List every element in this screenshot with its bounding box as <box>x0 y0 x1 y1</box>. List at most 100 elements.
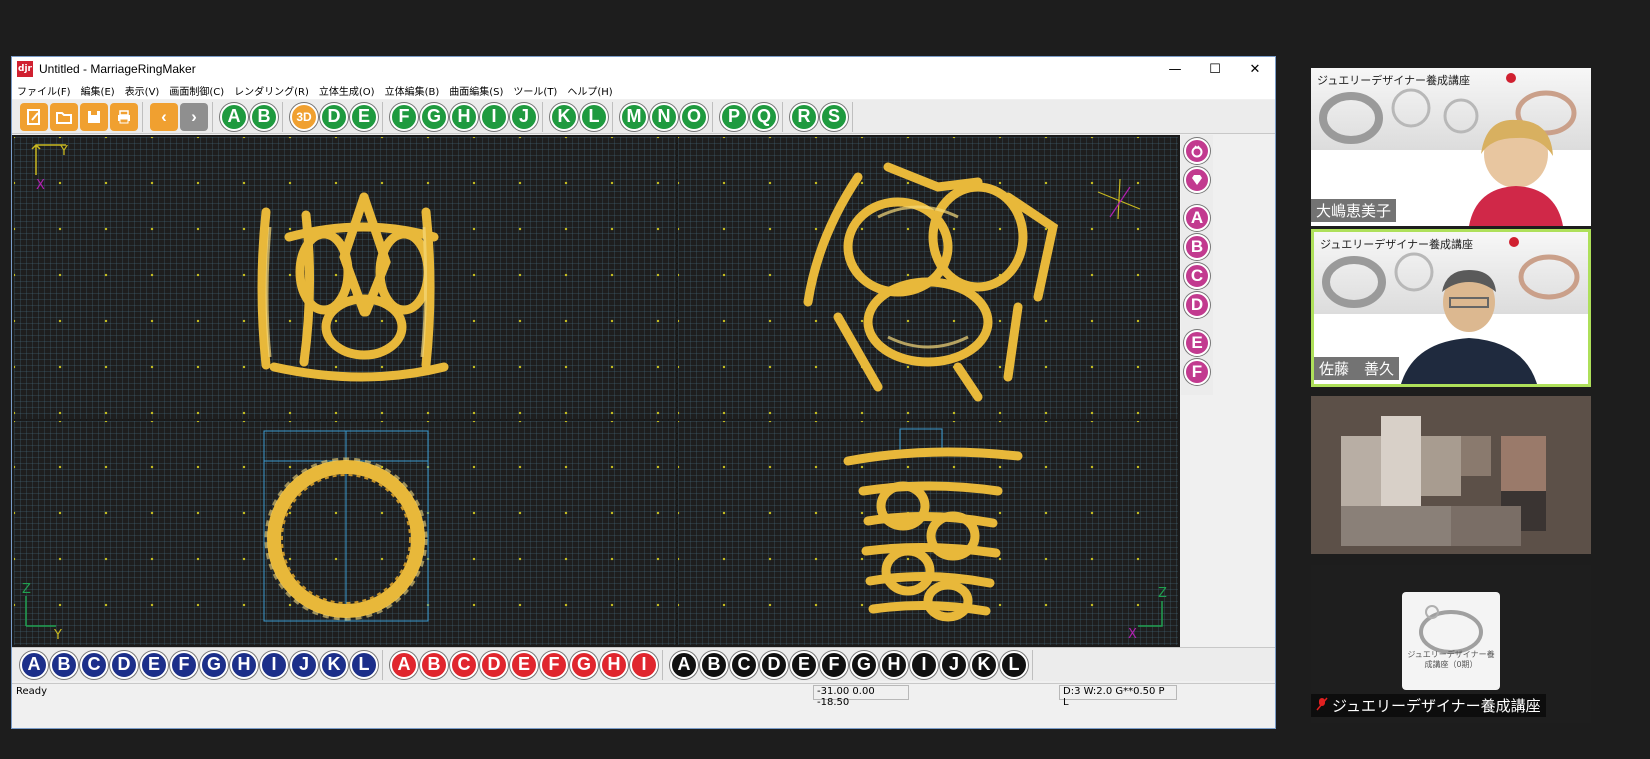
viewport-top[interactable]: Z X <box>678 421 1178 645</box>
participant-tile-3[interactable] <box>1311 396 1591 554</box>
black-tool-f-button[interactable]: F <box>820 650 848 679</box>
tool-j-button[interactable]: J <box>510 102 538 131</box>
side-tool-d-button[interactable]: D <box>1184 292 1210 318</box>
navy-tool-j-button[interactable]: J <box>290 650 318 679</box>
menu-file[interactable]: ファイル(F) <box>12 81 76 99</box>
red-tool-a-button[interactable]: A <box>390 650 418 679</box>
menu-bar: ファイル(F) 編集(E) 表示(V) 画面制御(C) レンダリング(R) 立体… <box>12 81 1275 99</box>
3d-view-button[interactable]: 3D <box>290 102 318 131</box>
tool-a-button[interactable]: A <box>220 102 248 131</box>
menu-solid-edit[interactable]: 立体編集(B) <box>380 81 445 99</box>
tool-k-button[interactable]: K <box>550 102 578 131</box>
navy-tool-f-button[interactable]: F <box>170 650 198 679</box>
back-button[interactable]: ‹ <box>150 102 178 131</box>
navy-tool-c-button[interactable]: C <box>80 650 108 679</box>
ring-front-render: X Y <box>31 143 449 382</box>
navy-tool-b-button[interactable]: B <box>50 650 78 679</box>
viewport-area: X Y Z Y Z X <box>12 135 1180 647</box>
viewport-perspective[interactable] <box>678 137 1178 419</box>
navy-tool-k-button[interactable]: K <box>320 650 348 679</box>
tool-o-button[interactable]: O <box>680 102 708 131</box>
black-tool-e-button[interactable]: E <box>790 650 818 679</box>
menu-surface-edit[interactable]: 曲面編集(S) <box>444 81 508 99</box>
title-bar[interactable]: djr Untitled - MarriageRingMaker — ☐ ✕ <box>12 57 1275 81</box>
black-tool-h-button[interactable]: H <box>880 650 908 679</box>
menu-view[interactable]: 表示(V) <box>120 81 165 99</box>
tool-m-button[interactable]: M <box>620 102 648 131</box>
axis-x-label: X <box>36 178 45 193</box>
menu-tools[interactable]: ツール(T) <box>508 81 562 99</box>
black-tool-i-button[interactable]: I <box>910 650 938 679</box>
gem-icon[interactable] <box>1184 167 1210 193</box>
black-tool-b-button[interactable]: B <box>700 650 728 679</box>
tool-h-button[interactable]: H <box>450 102 478 131</box>
navy-tool-d-button[interactable]: D <box>110 650 138 679</box>
red-tool-c-button[interactable]: C <box>450 650 478 679</box>
black-tool-g-button[interactable]: G <box>850 650 878 679</box>
red-tool-group: ABCDEFGHI <box>386 649 663 680</box>
navy-tool-e-button[interactable]: E <box>140 650 168 679</box>
forward-button[interactable]: › <box>180 102 208 131</box>
navy-tool-i-button[interactable]: I <box>260 650 288 679</box>
black-tool-j-button[interactable]: J <box>940 650 968 679</box>
maximize-button[interactable]: ☐ <box>1195 57 1235 81</box>
participant-tile-2[interactable]: ジュエリーデザイナー養成講座 佐藤 善久 <box>1311 229 1591 387</box>
side-tool-c-button[interactable]: C <box>1184 263 1210 289</box>
red-tool-e-button[interactable]: E <box>510 650 538 679</box>
bottom-toolbar: ABCDEFGHIJKL ABCDEFGHI ABCDEFGHIJKL <box>12 647 1275 681</box>
red-tool-d-button[interactable]: D <box>480 650 508 679</box>
tool-l-button[interactable]: L <box>580 102 608 131</box>
side-tool-b-button[interactable]: B <box>1184 234 1210 260</box>
menu-rendering[interactable]: レンダリング(R) <box>229 81 314 99</box>
tool-s-button[interactable]: S <box>820 102 848 131</box>
viewport-side[interactable]: Z Y <box>14 421 676 645</box>
red-tool-b-button[interactable]: B <box>420 650 448 679</box>
tool-e-button[interactable]: E <box>350 102 378 131</box>
red-tool-g-button[interactable]: G <box>570 650 598 679</box>
red-tool-i-button[interactable]: I <box>630 650 658 679</box>
menu-help[interactable]: ヘルプ(H) <box>562 81 617 99</box>
participant-header: ジュエリーデザイナー養成講座 <box>1320 238 1474 251</box>
viewport-front[interactable]: X Y <box>14 137 676 419</box>
tool-i-button[interactable]: I <box>480 102 508 131</box>
participant-tile-4[interactable]: ジュエリーデザイナー養成講座（0期） ジュエリーデザイナー養成講座 <box>1311 565 1591 723</box>
new-icon[interactable] <box>20 102 48 131</box>
black-tool-d-button[interactable]: D <box>760 650 788 679</box>
tool-p-button[interactable]: P <box>720 102 748 131</box>
side-tool-f-button[interactable]: F <box>1184 359 1210 385</box>
ring-icon[interactable] <box>1184 138 1210 164</box>
right-tool-sidebar: A B C D E F <box>1181 135 1213 395</box>
black-tool-k-button[interactable]: K <box>970 650 998 679</box>
menu-edit[interactable]: 編集(E) <box>76 81 120 99</box>
open-icon[interactable] <box>50 102 78 131</box>
black-tool-l-button[interactable]: L <box>1000 650 1028 679</box>
tool-n-button[interactable]: N <box>650 102 678 131</box>
tool-f-button[interactable]: F <box>390 102 418 131</box>
app-window: djr Untitled - MarriageRingMaker — ☐ ✕ フ… <box>11 56 1276 729</box>
minimize-button[interactable]: — <box>1155 57 1195 81</box>
navy-tool-l-button[interactable]: L <box>350 650 378 679</box>
side-tool-e-button[interactable]: E <box>1184 330 1210 356</box>
navy-tool-a-button[interactable]: A <box>20 650 48 679</box>
participant-tile-1[interactable]: ジュエリーデザイナー養成講座 大嶋恵美子 <box>1311 68 1591 226</box>
navy-tool-h-button[interactable]: H <box>230 650 258 679</box>
tool-d-button[interactable]: D <box>320 102 348 131</box>
red-tool-f-button[interactable]: F <box>540 650 568 679</box>
save-icon[interactable] <box>80 102 108 131</box>
side-tool-a-button[interactable]: A <box>1184 205 1210 231</box>
black-tool-c-button[interactable]: C <box>730 650 758 679</box>
ring-perspective-render <box>803 162 1141 402</box>
course-logo-text: ジュエリーデザイナー養成講座（0期） <box>1407 650 1495 669</box>
navy-tool-g-button[interactable]: G <box>200 650 228 679</box>
tool-b-button[interactable]: B <box>250 102 278 131</box>
status-ready: Ready <box>16 686 48 697</box>
tool-g-button[interactable]: G <box>420 102 448 131</box>
menu-screen-control[interactable]: 画面制御(C) <box>164 81 229 99</box>
menu-solid-create[interactable]: 立体生成(O) <box>314 81 380 99</box>
close-button[interactable]: ✕ <box>1235 57 1275 81</box>
tool-r-button[interactable]: R <box>790 102 818 131</box>
print-icon[interactable] <box>110 102 138 131</box>
black-tool-a-button[interactable]: A <box>670 650 698 679</box>
tool-q-button[interactable]: Q <box>750 102 778 131</box>
red-tool-h-button[interactable]: H <box>600 650 628 679</box>
